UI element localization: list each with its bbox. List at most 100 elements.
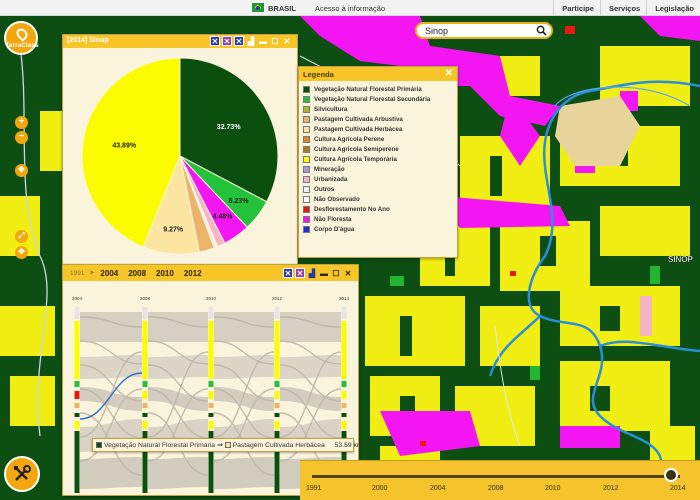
timeline-year-1991[interactable]: 1991	[306, 485, 322, 492]
sankey-node[interactable]	[74, 431, 80, 493]
sankey-node[interactable]	[142, 307, 148, 319]
sankey-node[interactable]	[341, 321, 347, 379]
sankey-flow[interactable]	[214, 355, 274, 379]
tab-year-2010[interactable]: 2010	[151, 269, 179, 278]
sankey-node[interactable]	[208, 421, 214, 429]
bar-chart-icon[interactable]: ▟	[307, 268, 317, 278]
legend-item[interactable]: Não Observado	[303, 194, 451, 204]
tools-button[interactable]	[4, 456, 40, 492]
sankey-flow[interactable]	[148, 355, 208, 379]
minimize-icon[interactable]: ▬	[258, 36, 268, 46]
sankey-node[interactable]	[274, 413, 280, 417]
tab-year-2008[interactable]: 2008	[123, 269, 151, 278]
tab-year-2004[interactable]: 2004	[95, 269, 123, 278]
legend-item[interactable]: Corpo D'água	[303, 224, 451, 234]
sankey-node[interactable]	[74, 421, 80, 429]
country-link[interactable]: BRASIL	[268, 4, 296, 13]
sankey-node[interactable]	[74, 413, 80, 417]
timeline-track[interactable]	[312, 475, 680, 478]
legend-item[interactable]: Pastagem Cultivada Arbustiva	[303, 114, 451, 124]
sankey-flow[interactable]	[280, 355, 341, 379]
sankey-node[interactable]	[274, 381, 280, 387]
legend-item[interactable]: Desflorestamento No Ano	[303, 204, 451, 214]
sankey-node[interactable]	[341, 403, 347, 408]
timeline-year-2004[interactable]: 2004	[430, 485, 446, 492]
terraclass-logo[interactable]: TerraClass	[4, 21, 39, 55]
sankey-node[interactable]	[74, 381, 80, 387]
search-input[interactable]	[425, 25, 535, 37]
legend-item[interactable]: Pastagem Cultivada Herbácea	[303, 124, 451, 134]
sankey-node[interactable]	[274, 307, 280, 319]
tab-year-1991[interactable]: 1991	[65, 270, 89, 277]
sankey-node[interactable]	[142, 421, 148, 429]
excel-icon[interactable]: ✕	[210, 36, 220, 46]
sankey-node[interactable]	[341, 307, 347, 319]
sankey-node[interactable]	[142, 391, 148, 399]
transition-panel-header[interactable]: 1991 ► 2004 2008 2010 2012 ✕ ✕ ▟ ▬ ☐ ✕	[63, 265, 358, 281]
excel-icon[interactable]: ✕	[283, 268, 293, 278]
legend-item[interactable]: Outros	[303, 184, 451, 194]
zoom-in-button[interactable]: +	[15, 116, 28, 129]
legend-item[interactable]: Cultura Agrícola Semiperene	[303, 144, 451, 154]
pie-chart[interactable]: 32.73% 5.23% 4.48% 9.27% 43.89%	[63, 48, 297, 273]
legend-item[interactable]: Vegetação Natural Florestal Primária	[303, 84, 451, 94]
sankey-node[interactable]	[208, 321, 214, 379]
close-series-icon[interactable]: ✕	[234, 36, 244, 46]
timeline-year-2008[interactable]: 2008	[488, 485, 504, 492]
sankey-node[interactable]	[74, 403, 80, 408]
legend-item[interactable]: Cultura Agrícola Temporária	[303, 154, 451, 164]
sankey-node[interactable]	[274, 391, 280, 399]
close-icon[interactable]: ✕	[282, 36, 292, 46]
sankey-node[interactable]	[208, 307, 214, 319]
legend-item[interactable]: Urbanizada	[303, 174, 451, 184]
sankey-node[interactable]	[74, 321, 80, 379]
pie-chart-icon[interactable]: ✕	[295, 268, 305, 278]
legend-item[interactable]: Não Floresta	[303, 214, 451, 224]
minimize-icon[interactable]: ▬	[319, 268, 329, 278]
maximize-icon[interactable]: ☐	[270, 36, 280, 46]
fullscreen-icon[interactable]: ⤢	[15, 230, 28, 243]
servicos-link[interactable]: Serviços	[599, 0, 646, 16]
sankey-node[interactable]	[74, 307, 80, 319]
tab-year-2012[interactable]: 2012	[179, 269, 207, 278]
pie-chart-icon[interactable]: ✕	[222, 36, 232, 46]
zoom-out-button[interactable]: −	[15, 131, 28, 144]
maximize-icon[interactable]: ☐	[331, 268, 341, 278]
sankey-node[interactable]	[274, 321, 280, 379]
access-info-link[interactable]: Acesso à informação	[315, 4, 385, 13]
participe-link[interactable]: Participe	[553, 0, 600, 16]
move-icon[interactable]: ✥	[15, 246, 28, 259]
timeline-year-2012[interactable]: 2012	[603, 485, 619, 492]
timeline-year-2000[interactable]: 2000	[372, 485, 388, 492]
timeline-handle[interactable]	[664, 468, 678, 482]
legislacao-link[interactable]: Legislação	[646, 0, 700, 16]
pie-panel-header[interactable]: [2014] Sinop ✕ ✕ ✕ ▟ ▬ ☐ ✕	[63, 35, 297, 48]
legend-item[interactable]: Silvicultura	[303, 104, 451, 114]
sankey-node[interactable]	[341, 391, 347, 399]
sankey-node[interactable]	[208, 413, 214, 417]
sankey-node[interactable]	[74, 391, 80, 399]
close-icon[interactable]: ✕	[343, 268, 353, 278]
sankey-node[interactable]	[274, 403, 280, 408]
timeline-year-2010[interactable]: 2010	[545, 485, 561, 492]
sankey-node[interactable]	[274, 421, 280, 429]
close-icon[interactable]: ✕	[445, 68, 453, 79]
legend-item[interactable]: Mineração	[303, 164, 451, 174]
sankey-node[interactable]	[341, 413, 347, 417]
search-box[interactable]	[415, 22, 553, 39]
search-icon[interactable]	[536, 25, 547, 36]
sankey-node[interactable]	[142, 403, 148, 408]
legend-item[interactable]: Cultura Agrícola Perene	[303, 134, 451, 144]
sankey-node[interactable]	[208, 391, 214, 399]
sankey-node[interactable]	[142, 381, 148, 387]
sankey-node[interactable]	[341, 421, 347, 429]
legend-panel-header[interactable]: Legenda ✕	[299, 67, 457, 81]
pan-icon[interactable]: ✥	[15, 164, 28, 177]
sankey-node[interactable]	[341, 381, 347, 387]
timeline-year-2014[interactable]: 2014	[670, 485, 686, 492]
bar-chart-icon[interactable]: ▟	[246, 36, 256, 46]
sankey-node[interactable]	[208, 381, 214, 387]
legend-item[interactable]: Vegetação Natural Florestal Secundária	[303, 94, 451, 104]
sankey-node[interactable]	[208, 403, 214, 408]
sankey-node[interactable]	[142, 413, 148, 417]
